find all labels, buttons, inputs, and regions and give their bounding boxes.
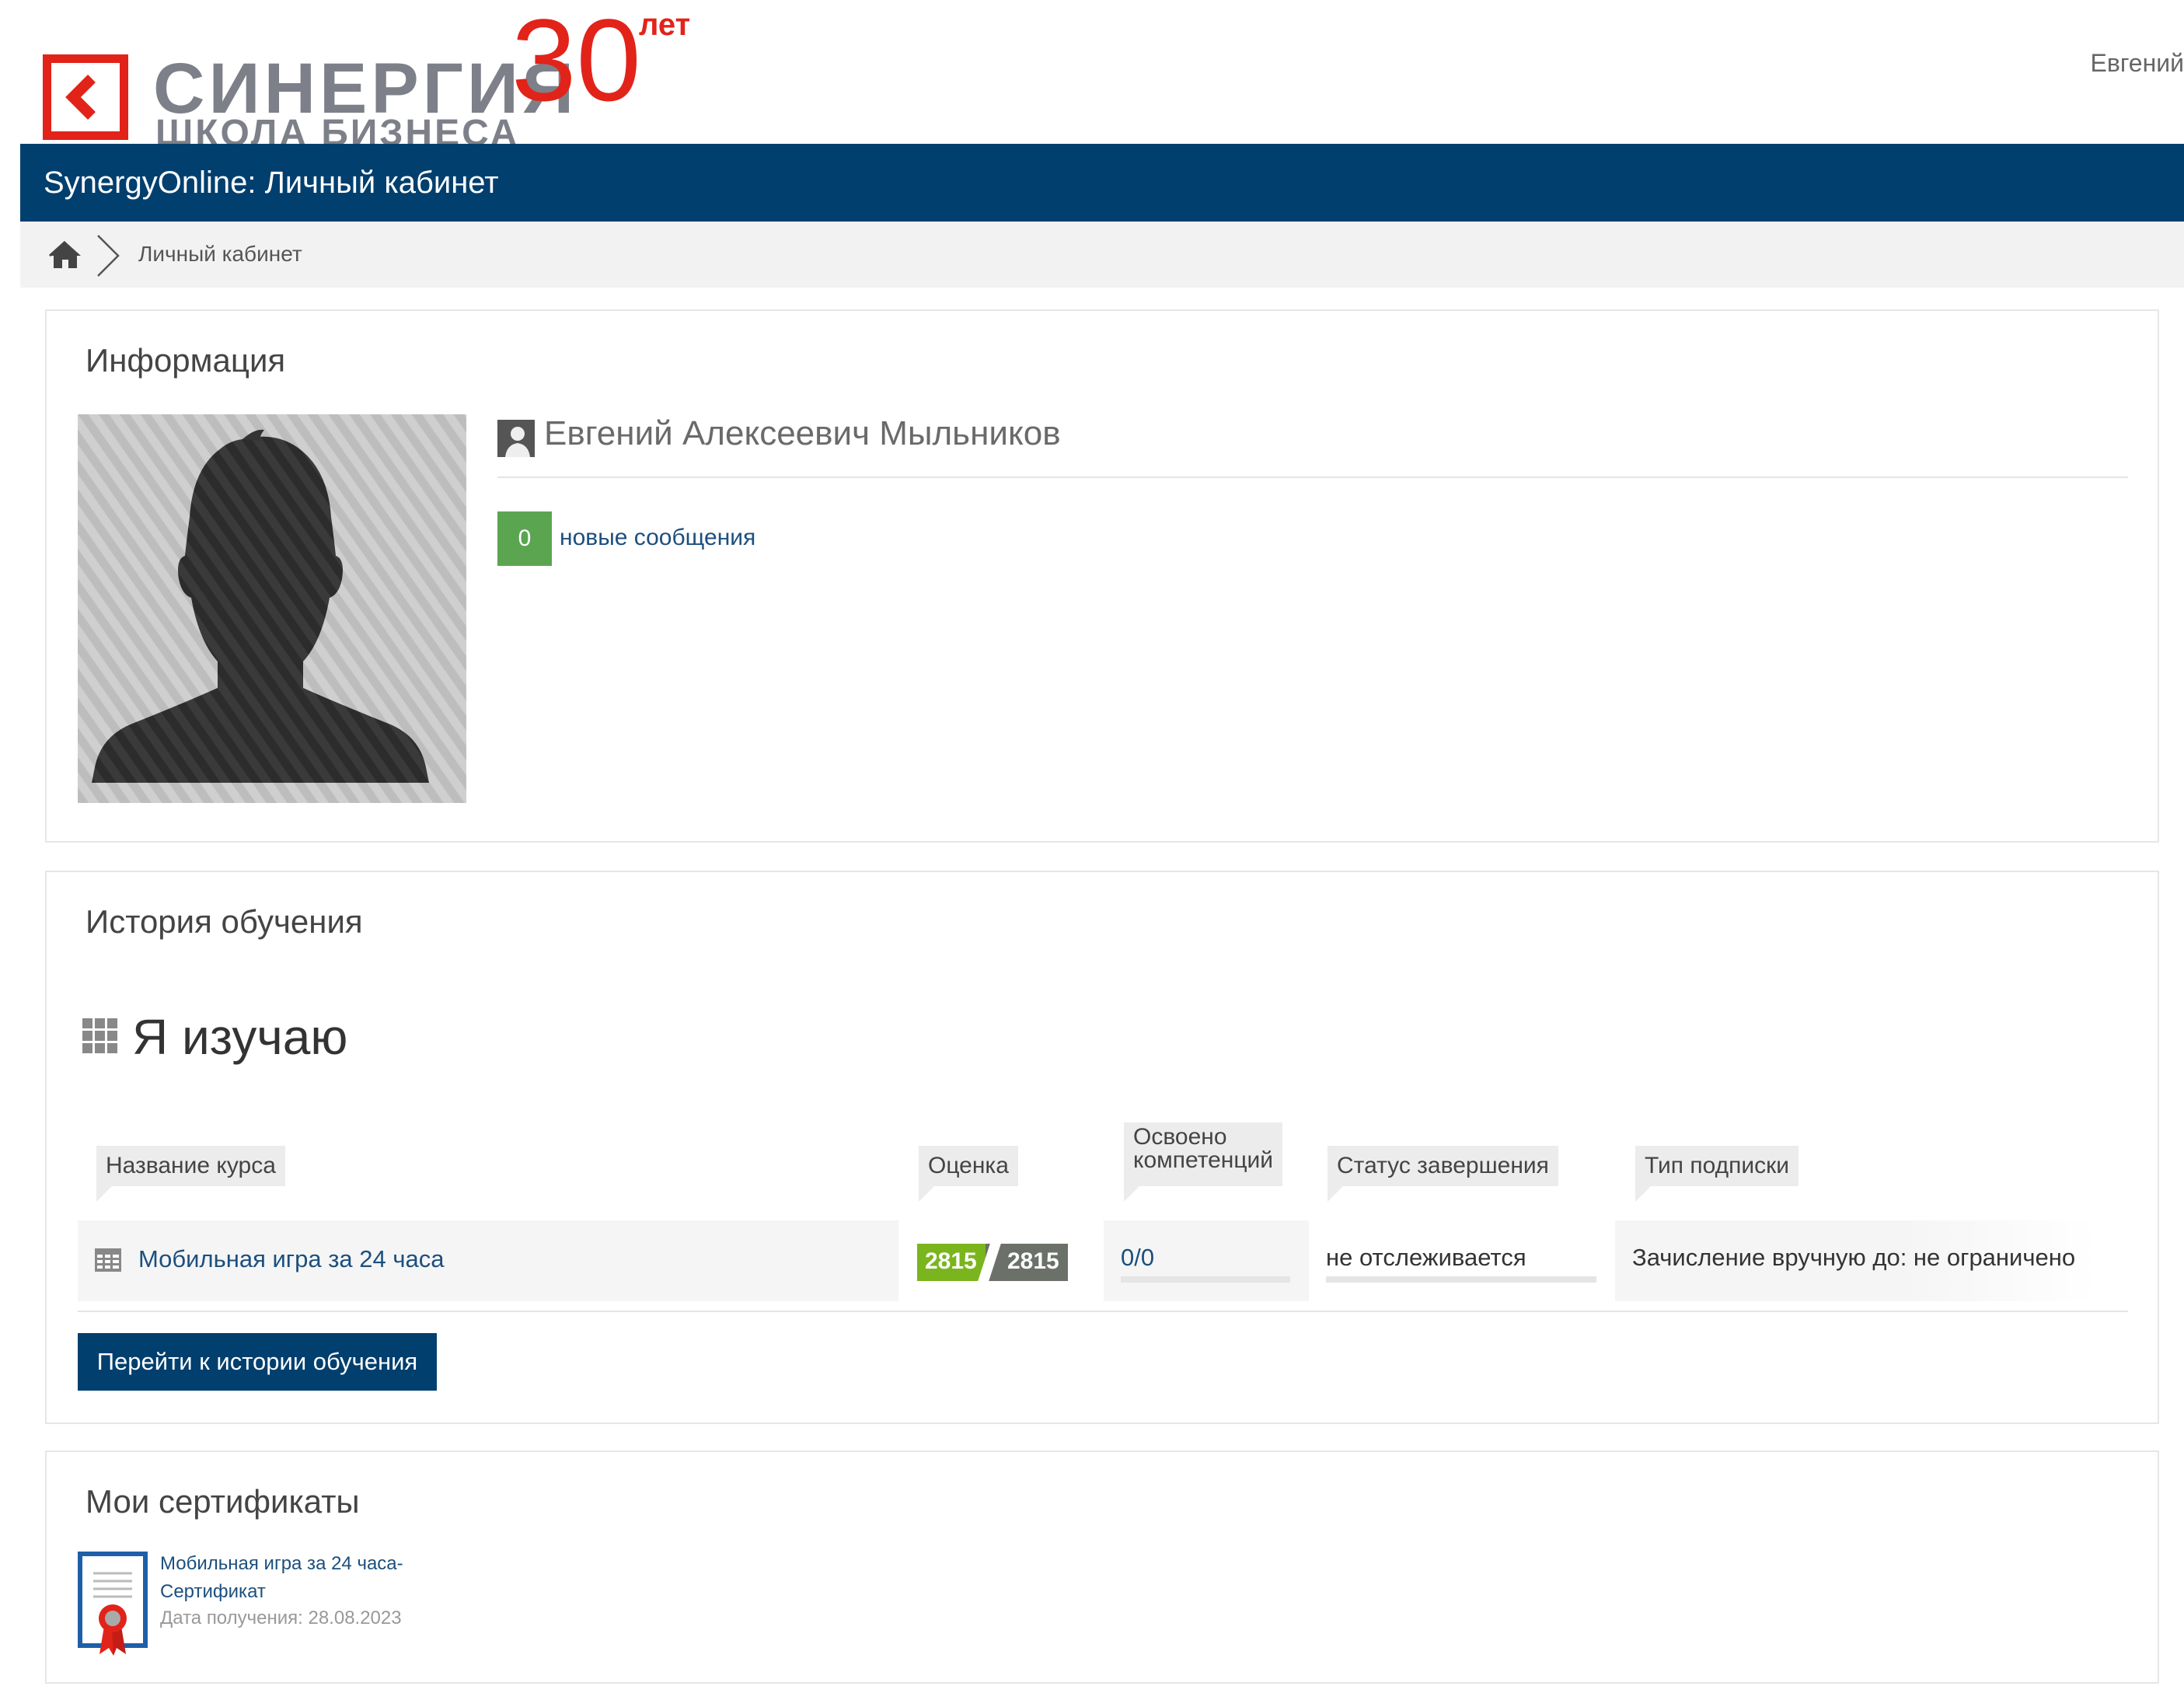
completion-status-value: не отслеживается: [1326, 1244, 1526, 1271]
column-header-grade[interactable]: Оценка: [919, 1146, 1018, 1202]
certificates-card: Мои сертификаты Мобильная игра за 24 час…: [45, 1450, 2159, 1684]
column-header-status-label: Статус завершения: [1337, 1153, 1549, 1178]
chevron-right-icon: [97, 235, 120, 277]
breadcrumb-current: Личный кабинет: [138, 242, 302, 266]
divider: [497, 476, 2128, 478]
breadcrumb: Личный кабинет: [20, 222, 2184, 288]
completion-progress-bar: [1326, 1276, 1596, 1283]
page-header: СИНЕРГИЯ ШКОЛА БИЗНЕСА 30 лет Евгений: [0, 0, 2184, 152]
certificates-title: Мои сертификаты: [85, 1483, 360, 1520]
grade-badge: 2815 2815: [917, 1244, 1068, 1281]
studying-title: Я изучаю: [132, 1009, 348, 1065]
logo-mark-icon: [43, 54, 128, 140]
grade-earned: 2815: [925, 1248, 977, 1274]
certificate-icon[interactable]: [78, 1552, 148, 1656]
table-divider: [78, 1311, 2128, 1312]
user-menu-name[interactable]: Евгений: [2090, 49, 2184, 78]
go-to-history-button[interactable]: Перейти к истории обучения: [78, 1333, 437, 1391]
column-header-course[interactable]: Название курса: [96, 1146, 285, 1202]
column-header-competencies-line1: Освоено: [1133, 1124, 1227, 1150]
header-tail: [96, 1186, 112, 1202]
user-profile-icon: [497, 420, 535, 457]
grid-icon: [82, 1018, 117, 1053]
certificate-date-label: Дата получения:: [160, 1607, 303, 1628]
certificate-link[interactable]: Мобильная игра за 24 часа-Сертификат: [160, 1550, 440, 1606]
grade-max: 2815: [1007, 1248, 1059, 1274]
column-header-subscription[interactable]: Тип подписки: [1635, 1146, 1799, 1202]
profile-full-name: Евгений Алексеевич Мыльников: [544, 414, 1061, 452]
column-header-course-label: Название курса: [106, 1153, 276, 1178]
certificate-date: Дата получения: 28.08.2023: [160, 1607, 402, 1629]
site-title[interactable]: SynergyOnline: Личный кабинет: [44, 166, 499, 201]
learning-history-title: История обучения: [85, 903, 363, 940]
avatar[interactable]: [78, 414, 466, 803]
messages-count-badge[interactable]: 0: [497, 511, 552, 566]
column-header-status[interactable]: Статус завершения: [1327, 1146, 1558, 1202]
course-link[interactable]: Мобильная игра за 24 часа: [138, 1245, 445, 1273]
column-header-subscription-label: Тип подписки: [1645, 1153, 1790, 1178]
column-header-competencies[interactable]: Освоено компетенций: [1124, 1122, 1283, 1202]
competencies-value[interactable]: 0/0: [1121, 1244, 1154, 1272]
certificate-date-value: 28.08.2023: [308, 1607, 402, 1628]
info-card-title: Информация: [85, 342, 286, 379]
home-icon[interactable]: [48, 239, 82, 270]
site-navbar: SynergyOnline: Личный кабинет: [20, 144, 2184, 222]
info-card: Информация Евгений Алексеевич Мыльников …: [45, 309, 2159, 843]
header-tail: [1124, 1186, 1139, 1202]
learning-history-card: История обучения Я изучаю Название курса…: [45, 871, 2159, 1424]
logo-anniversary-word: лет: [639, 8, 691, 42]
column-header-competencies-line2: компетенций: [1133, 1147, 1274, 1173]
course-icon: [95, 1248, 121, 1272]
new-messages-link[interactable]: новые сообщения: [560, 525, 755, 551]
header-tail: [1635, 1186, 1651, 1202]
logo-anniversary-number: 30: [511, 0, 641, 125]
synergy-logo[interactable]: СИНЕРГИЯ ШКОЛА БИЗНЕСА 30 лет: [40, 2, 709, 152]
header-tail: [919, 1186, 934, 1202]
column-header-grade-label: Оценка: [928, 1153, 1009, 1178]
competencies-progress-bar: [1121, 1276, 1290, 1283]
header-tail: [1327, 1186, 1343, 1202]
subscription-type-value: Зачисление вручную до: не ограничено: [1632, 1244, 2076, 1271]
